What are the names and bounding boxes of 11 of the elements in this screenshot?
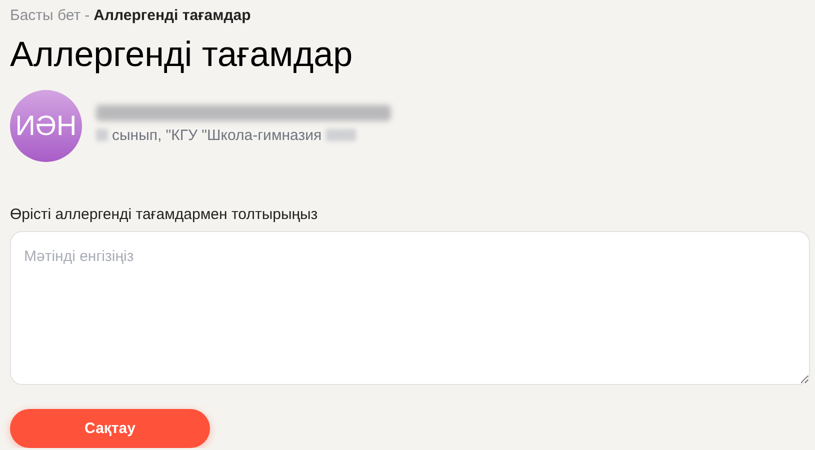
- breadcrumb-separator: -: [84, 6, 90, 24]
- avatar: ИӘН: [10, 90, 82, 162]
- breadcrumb-current: Аллергенді тағамдар: [94, 6, 251, 24]
- field-label: Өрісті аллергенді тағамдармен толтырыңыз: [10, 206, 319, 223]
- page-title: Аллергенді тағамдар: [10, 34, 354, 76]
- save-button[interactable]: Сақтау: [10, 409, 210, 448]
- text-field[interactable]: Мәтінді енгізіңіз: [10, 231, 810, 385]
- breadcrumb-link[interactable]: Басты бет: [10, 6, 81, 24]
- blurred-text: [326, 129, 356, 141]
- blurred-text: [96, 129, 108, 141]
- school-text: сынып, "КГУ "Школа-гимназия: [112, 126, 322, 144]
